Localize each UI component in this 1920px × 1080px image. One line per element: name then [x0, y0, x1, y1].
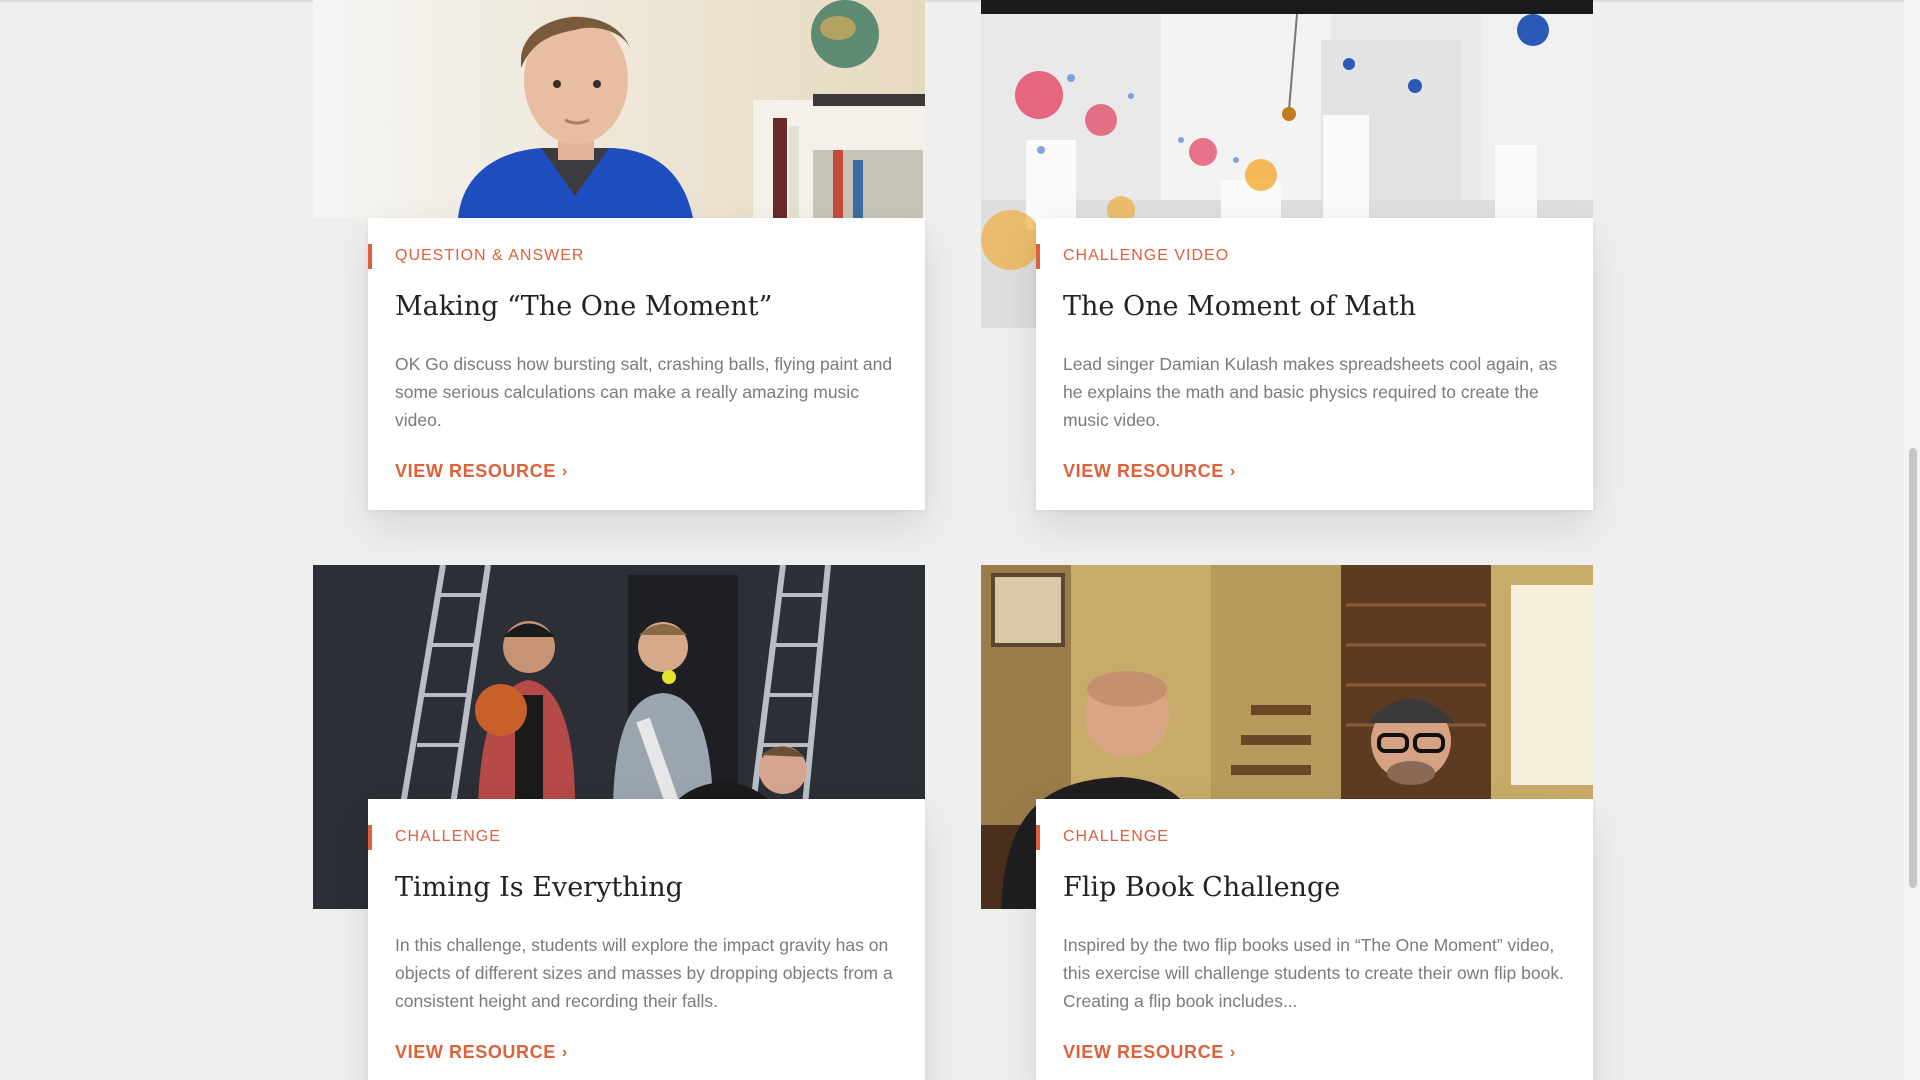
- resource-category: CHALLENGE VIDEO: [1036, 244, 1566, 269]
- view-resource-link[interactable]: VIEW RESOURCE ›: [395, 460, 568, 484]
- resource-description: OK Go discuss how bursting salt, crashin…: [395, 354, 893, 430]
- resource-category: QUESTION & ANSWER: [368, 244, 898, 269]
- chevron-right-icon: ›: [1229, 1044, 1236, 1061]
- view-resource-label: VIEW RESOURCE: [1063, 1042, 1224, 1062]
- resource-title[interactable]: Timing Is Everything: [395, 871, 898, 905]
- resource-grid: QUESTION & ANSWER Making “The One Moment…: [0, 0, 1920, 1080]
- resource-card: CHALLENGE VIDEO The One Moment of Math L…: [1036, 218, 1593, 510]
- chevron-right-icon: ›: [1229, 463, 1236, 480]
- resource-card: CHALLENGE Flip Book Challenge Inspired b…: [1036, 799, 1593, 1080]
- chevron-right-icon: ›: [561, 463, 568, 480]
- page-scrollbar[interactable]: [1904, 0, 1920, 1080]
- resource-card: QUESTION & ANSWER Making “The One Moment…: [368, 218, 925, 510]
- resource-description: In this challenge, students will explore…: [395, 935, 893, 1011]
- chevron-right-icon: ›: [561, 1044, 568, 1061]
- view-resource-link[interactable]: VIEW RESOURCE ›: [1063, 460, 1236, 484]
- resource-description: Inspired by the two flip books used in “…: [1063, 935, 1564, 1011]
- interview-photo[interactable]: [313, 0, 925, 218]
- view-resource-label: VIEW RESOURCE: [395, 1042, 556, 1062]
- resource-description: Lead singer Damian Kulash makes spreadsh…: [1063, 354, 1558, 430]
- resource-category: CHALLENGE: [368, 825, 898, 850]
- resource-title[interactable]: Making “The One Moment”: [395, 290, 898, 324]
- resource-category: CHALLENGE: [1036, 825, 1566, 850]
- resource-card: CHALLENGE Timing Is Everything In this c…: [368, 799, 925, 1080]
- view-resource-link[interactable]: VIEW RESOURCE ›: [395, 1041, 568, 1065]
- view-resource-link[interactable]: VIEW RESOURCE ›: [1063, 1041, 1236, 1065]
- resource-title[interactable]: Flip Book Challenge: [1063, 871, 1566, 905]
- resource-title[interactable]: The One Moment of Math: [1063, 290, 1566, 324]
- view-resource-label: VIEW RESOURCE: [1063, 461, 1224, 481]
- scrollbar-thumb[interactable]: [1909, 448, 1917, 888]
- view-resource-label: VIEW RESOURCE: [395, 461, 556, 481]
